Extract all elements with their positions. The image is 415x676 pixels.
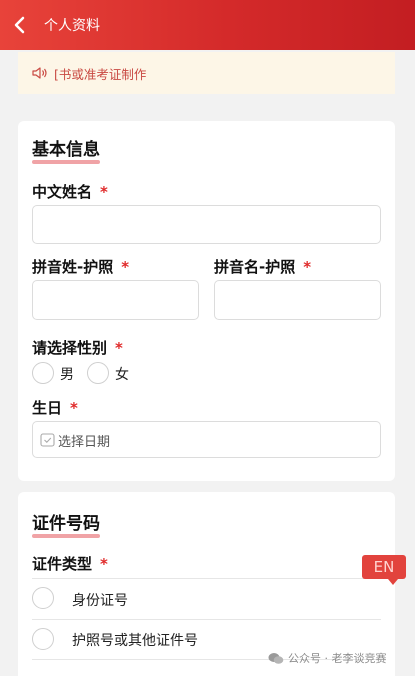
header-bar: 个人资料 xyxy=(0,0,415,50)
required-mark: * xyxy=(70,399,78,417)
notice-text: [书或准考证制作 xyxy=(54,66,147,82)
divider xyxy=(32,578,381,579)
basic-info-title-text: 基本信息 xyxy=(32,140,100,160)
back-button[interactable] xyxy=(0,0,40,50)
language-toggle-button[interactable]: EN xyxy=(362,555,406,585)
id-type-idcard-radio[interactable] xyxy=(32,587,54,609)
pinyin-given-label-text: 拼音名-护照 xyxy=(214,258,296,276)
required-mark: * xyxy=(303,258,312,276)
title-underline xyxy=(32,160,100,164)
pinyin-surname-label: 拼音姓-护照 * xyxy=(32,256,129,277)
id-type-passport-radio[interactable] xyxy=(32,628,54,650)
id-card-section: 证件号码 证件类型 * 身份证号 护照号或其他证件号 xyxy=(18,492,395,676)
required-mark: * xyxy=(100,555,108,573)
id-type-label-text: 证件类型 xyxy=(32,555,93,573)
id-section-title: 证件号码 xyxy=(32,509,100,538)
watermark-text: 公众号 · 老李谈竞赛 xyxy=(288,652,387,665)
id-type-idcard-label[interactable]: 身份证号 xyxy=(72,590,128,610)
gender-female-radio[interactable] xyxy=(87,362,109,384)
gender-label-text: 请选择性别 xyxy=(32,339,108,357)
chevron-left-icon xyxy=(14,16,25,34)
id-type-passport-label[interactable]: 护照号或其他证件号 xyxy=(72,630,198,650)
pinyin-surname-input[interactable] xyxy=(32,280,199,320)
id-type-label: 证件类型 * xyxy=(32,553,108,574)
pinyin-given-label: 拼音名-护照 * xyxy=(214,256,311,277)
birthday-label-text: 生日 xyxy=(32,399,63,417)
birthday-placeholder: 选择日期 xyxy=(58,435,111,450)
watermark: 公众号 · 老李谈竞赛 xyxy=(268,650,387,666)
birthday-picker[interactable]: 选择日期 xyxy=(32,421,381,458)
title-underline xyxy=(32,534,100,538)
required-mark: * xyxy=(100,183,108,201)
required-mark: * xyxy=(121,258,130,276)
basic-info-card: 基本信息 中文姓名 * 拼音姓-护照 * 拼音名-护照 * 请选择性别 * 男 女 生日… xyxy=(18,121,395,481)
wechat-icon xyxy=(268,652,284,664)
birthday-label: 生日 * xyxy=(32,397,78,418)
page-title: 个人资料 xyxy=(44,18,100,34)
pinyin-given-input[interactable] xyxy=(214,280,381,320)
required-mark: * xyxy=(115,339,123,357)
divider xyxy=(32,619,381,620)
speaker-icon xyxy=(32,67,47,79)
chinese-name-label: 中文姓名 * xyxy=(32,181,108,202)
gender-male-radio[interactable] xyxy=(32,362,54,384)
pinyin-surname-label-text: 拼音姓-护照 xyxy=(32,258,114,276)
gender-male-label[interactable]: 男 xyxy=(60,364,74,384)
calendar-icon xyxy=(40,433,55,447)
gender-label: 请选择性别 * xyxy=(32,337,123,358)
id-section-title-text: 证件号码 xyxy=(32,514,100,534)
chinese-name-label-text: 中文姓名 xyxy=(32,183,93,201)
basic-info-title: 基本信息 xyxy=(32,135,100,164)
chinese-name-input[interactable] xyxy=(32,205,381,244)
gender-female-label[interactable]: 女 xyxy=(115,364,129,384)
notice-bar: [书或准考证制作 xyxy=(18,52,395,94)
